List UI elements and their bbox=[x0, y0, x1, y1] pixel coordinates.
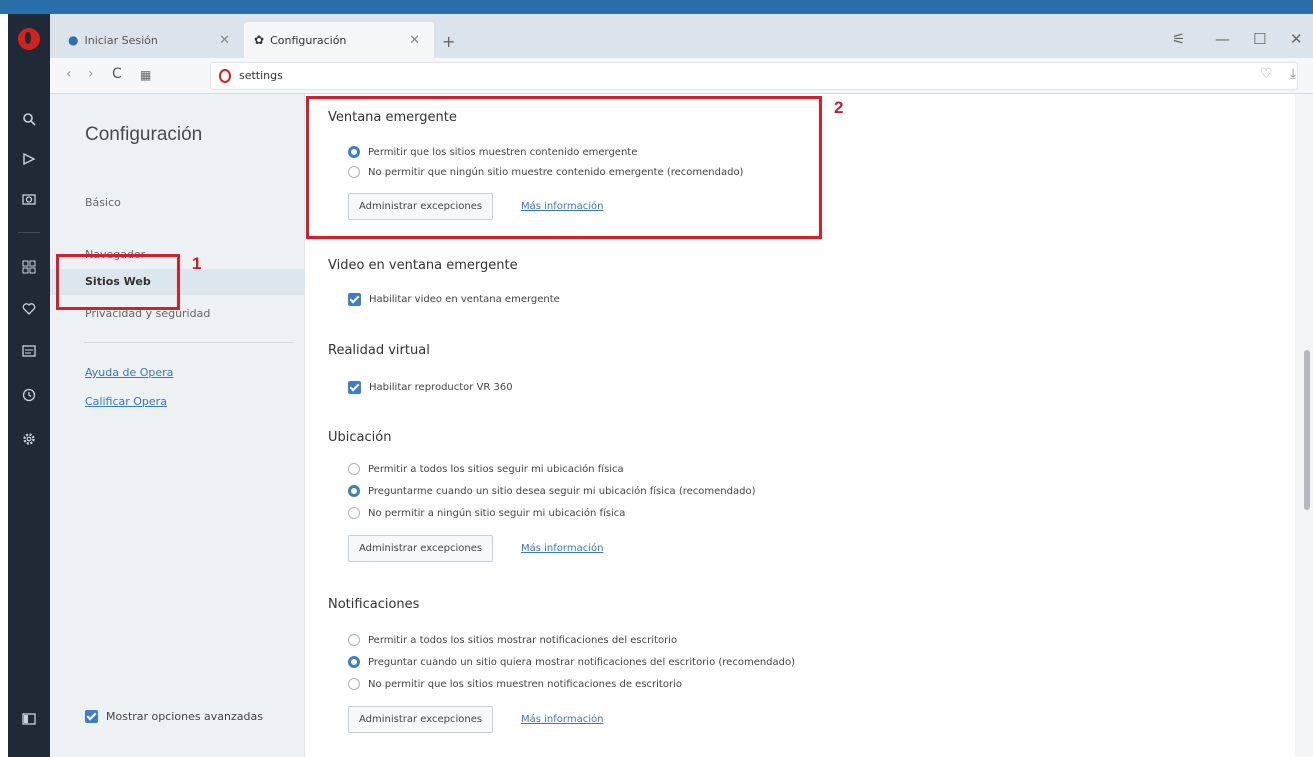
opera-badge-icon bbox=[219, 69, 231, 83]
option-label: No permitir que los sitios muestren noti… bbox=[368, 678, 682, 690]
more-info-link[interactable]: Más información bbox=[521, 714, 603, 725]
address-bar: ‹ › C ▦ settings ♡ ⤓ bbox=[50, 58, 1313, 94]
tab-configuracion[interactable]: ✿ Configuración ✕ bbox=[244, 22, 434, 58]
opera-page-icon: ● bbox=[68, 33, 79, 47]
section-title-video-popup: Video en ventana emergente bbox=[328, 258, 518, 273]
reload-icon[interactable]: C bbox=[112, 66, 122, 82]
annotation-box-1 bbox=[56, 254, 180, 310]
gear-icon: ✿ bbox=[254, 33, 265, 47]
section-title-vr: Realidad virtual bbox=[328, 343, 430, 358]
camera-icon[interactable] bbox=[8, 184, 50, 214]
option-label: Preguntarme cuando un sitio desea seguir… bbox=[368, 485, 756, 497]
radio-location-allow[interactable]: Permitir a todos los sitios seguir mi ub… bbox=[348, 463, 624, 475]
option-label: Habilitar video en ventana emergente bbox=[369, 294, 560, 305]
url-field[interactable]: settings bbox=[210, 62, 1298, 90]
download-icon[interactable]: ⤓ bbox=[1290, 66, 1296, 82]
manage-exceptions-button[interactable]: Administrar excepciones bbox=[348, 706, 494, 733]
back-icon[interactable]: ‹ bbox=[66, 66, 72, 82]
nav-item-basico[interactable]: Básico bbox=[85, 196, 121, 209]
radio-selected-icon[interactable] bbox=[348, 656, 360, 668]
minimize-icon[interactable]: — bbox=[1215, 30, 1230, 48]
radio-notifications-ask[interactable]: Preguntar cuando un sitio quiera mostrar… bbox=[348, 656, 795, 668]
radio-unselected-icon[interactable] bbox=[348, 678, 360, 690]
scrollbar-thumb[interactable] bbox=[1304, 350, 1310, 510]
option-label: Permitir a todos los sitios mostrar noti… bbox=[368, 634, 678, 646]
tab-bar: ● Iniciar Sesión ✕ ✿ Configuración ✕ + ⚟… bbox=[50, 14, 1313, 58]
sidebar-divider bbox=[18, 232, 40, 233]
nav-divider bbox=[84, 342, 294, 343]
checkbox-checked-icon[interactable] bbox=[348, 293, 361, 306]
checkbox-checked-icon[interactable] bbox=[348, 381, 361, 394]
option-label: Permitir a todos los sitios seguir mi ub… bbox=[368, 463, 624, 475]
checkbox-video-popup[interactable]: Habilitar video en ventana emergente bbox=[348, 293, 560, 306]
radio-unselected-icon[interactable] bbox=[348, 463, 360, 475]
tab-label: Iniciar Sesión bbox=[84, 33, 158, 47]
settings-nav: Configuración Básico Navegador Sitios We… bbox=[50, 94, 305, 757]
opera-logo-icon[interactable] bbox=[18, 28, 40, 50]
browser-window: ● Iniciar Sesión ✕ ✿ Configuración ✕ + ⚟… bbox=[0, 0, 1313, 757]
radio-notifications-allow[interactable]: Permitir a todos los sitios mostrar noti… bbox=[348, 634, 677, 646]
close-icon[interactable]: ✕ bbox=[409, 33, 420, 48]
news-icon[interactable] bbox=[8, 336, 50, 366]
section-title-location: Ubicación bbox=[328, 430, 392, 445]
bookmark-heart-icon[interactable]: ♡ bbox=[1260, 66, 1273, 82]
annotation-number-1: 1 bbox=[192, 254, 202, 273]
forward-icon[interactable]: › bbox=[88, 66, 94, 82]
radio-unselected-icon[interactable] bbox=[348, 634, 360, 646]
settings-gear-icon[interactable] bbox=[8, 424, 50, 454]
radio-notifications-block[interactable]: No permitir que los sitios muestren noti… bbox=[348, 678, 682, 690]
page-title: Configuración bbox=[85, 124, 203, 145]
advanced-label: Mostrar opciones avanzadas bbox=[106, 710, 263, 723]
history-clock-icon[interactable] bbox=[8, 380, 50, 410]
radio-unselected-icon[interactable] bbox=[348, 507, 360, 519]
search-icon[interactable] bbox=[8, 104, 50, 134]
radio-location-block[interactable]: No permitir a ningún sitio seguir mi ubi… bbox=[348, 507, 625, 519]
option-label: No permitir a ningún sitio seguir mi ubi… bbox=[368, 507, 626, 519]
checkbox-checked-icon[interactable] bbox=[85, 710, 98, 723]
opera-sidebar bbox=[8, 14, 50, 757]
speed-dial-grid-icon[interactable]: ▦ bbox=[140, 68, 151, 82]
tab-iniciar-sesion[interactable]: ● Iniciar Sesión ✕ bbox=[58, 22, 244, 58]
advanced-options-toggle[interactable]: Mostrar opciones avanzadas bbox=[85, 710, 263, 723]
radio-location-ask[interactable]: Preguntarme cuando un sitio desea seguir… bbox=[348, 485, 755, 497]
link-calificar[interactable]: Calificar Opera bbox=[85, 395, 167, 408]
close-window-icon[interactable]: ✕ bbox=[1290, 30, 1303, 48]
sidebar-toggle-icon[interactable] bbox=[8, 704, 50, 734]
maximize-icon[interactable]: ☐ bbox=[1253, 30, 1266, 48]
speed-dial-icon[interactable] bbox=[8, 252, 50, 282]
tab-label: Configuración bbox=[270, 33, 347, 47]
link-ayuda[interactable]: Ayuda de Opera bbox=[85, 366, 173, 379]
annotation-box-2 bbox=[306, 96, 822, 239]
section-title-notifications: Notificaciones bbox=[328, 597, 420, 612]
heart-icon[interactable] bbox=[8, 294, 50, 324]
send-icon[interactable] bbox=[8, 144, 50, 174]
new-tab-plus-icon[interactable]: + bbox=[442, 32, 455, 51]
annotation-number-2: 2 bbox=[834, 98, 844, 117]
radio-selected-icon[interactable] bbox=[348, 485, 360, 497]
url-text: settings bbox=[239, 69, 283, 82]
manage-exceptions-button[interactable]: Administrar excepciones bbox=[348, 535, 494, 562]
more-info-link[interactable]: Más información bbox=[521, 543, 603, 554]
easy-setup-icon[interactable]: ⚟ bbox=[1172, 30, 1185, 48]
option-label: Habilitar reproductor VR 360 bbox=[369, 382, 513, 393]
option-label: Preguntar cuando un sitio quiera mostrar… bbox=[368, 656, 796, 668]
checkbox-vr[interactable]: Habilitar reproductor VR 360 bbox=[348, 381, 513, 394]
close-icon[interactable]: ✕ bbox=[219, 33, 230, 48]
window-top-bar bbox=[0, 0, 1313, 14]
